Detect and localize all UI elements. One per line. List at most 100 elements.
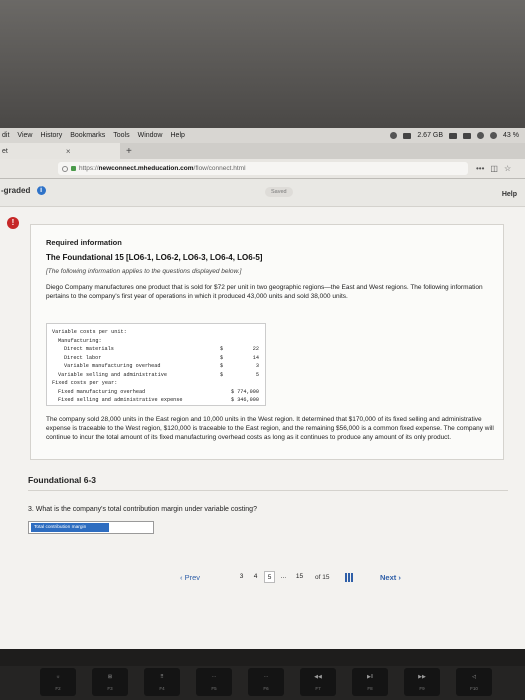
next-button[interactable]: Next ›	[380, 573, 401, 582]
status-icon[interactable]	[390, 132, 398, 139]
key-label: F4	[159, 686, 165, 691]
tab-title: et	[2, 147, 8, 155]
function-key[interactable]: ▶▶ F9	[404, 668, 440, 696]
key-label: F8	[367, 686, 373, 691]
cost-row-value: 14	[252, 354, 259, 361]
function-key[interactable]: ◀◀ F7	[300, 668, 336, 696]
cost-row-label: Variable costs per unit:	[52, 329, 127, 335]
prev-button[interactable]: ‹ Prev	[180, 573, 200, 582]
section-title: Foundational 6-3	[28, 475, 96, 485]
answer-label: Total contribution margin	[31, 523, 109, 532]
menu-edit[interactable]: dit	[2, 132, 9, 139]
cost-row-label: Direct materials	[64, 346, 114, 352]
required-information-card: Required information The Foundational 15…	[30, 224, 504, 460]
more-actions-icon[interactable]: •••	[476, 164, 484, 173]
help-link[interactable]: Help	[502, 191, 517, 198]
page-5-button[interactable]: 5	[264, 571, 275, 583]
menu-bookmarks[interactable]: Bookmarks	[70, 132, 105, 139]
battery-text: 43 %	[503, 132, 519, 139]
url-bar[interactable]: https:// newconnect.mheducation.com /flo…	[58, 162, 468, 175]
function-key[interactable]: ☼ F2	[40, 668, 76, 696]
key-glyph-icon: ⋯	[211, 674, 217, 680]
key-glyph-icon: ⋯	[263, 674, 269, 680]
disk-icon[interactable]	[403, 132, 412, 139]
cost-table-row: Fixed costs per year:	[47, 380, 267, 387]
bookmark-star-icon[interactable]: ☆	[504, 164, 511, 173]
cost-table-row: Variable manufacturing overhead $3	[47, 363, 267, 370]
cost-row-value: 3	[255, 363, 259, 369]
answer-row[interactable]: Total contribution margin	[28, 521, 154, 534]
mac-menubar: dit View History Bookmarks Tools Window …	[0, 128, 525, 143]
flag-icon[interactable]	[463, 132, 472, 139]
cost-row-currency: $	[220, 371, 224, 378]
key-label: F7	[315, 686, 321, 691]
cost-row-label: Variable selling and administrative	[58, 371, 167, 378]
graded-label: -graded	[1, 186, 31, 195]
menu-view[interactable]: View	[17, 132, 32, 139]
menu-window[interactable]: Window	[138, 132, 163, 139]
assignment-header: -graded i Saved Help	[0, 179, 525, 207]
cost-table-row: Fixed selling and administrative expense…	[47, 397, 267, 404]
grid-icon[interactable]	[345, 573, 354, 582]
function-key[interactable]: ⊞ F3	[92, 668, 128, 696]
alert-icon: !	[7, 217, 19, 229]
cost-table-row: Variable costs per unit:	[47, 329, 267, 336]
pocket-icon[interactable]: ◫	[490, 164, 498, 173]
cost-table-row: Manufacturing:	[47, 338, 267, 345]
key-glyph-icon: ⠿	[160, 674, 164, 680]
info-circle-icon[interactable]: i	[36, 186, 46, 196]
cost-row-currency: $	[220, 363, 224, 369]
key-label: F10	[470, 686, 478, 691]
intro-paragraph: Diego Company manufactures one product t…	[46, 284, 483, 300]
cost-row-value: 22	[252, 346, 259, 352]
saved-status: Saved	[265, 187, 293, 197]
function-key[interactable]: ▶‖ F8	[352, 668, 388, 696]
key-label: F6	[263, 686, 269, 691]
page-15-button[interactable]: 15	[294, 571, 305, 583]
key-glyph-icon: ☼	[55, 674, 61, 680]
cost-row-value: $ 346,000	[230, 397, 259, 403]
section-divider	[28, 490, 508, 491]
key-glyph-icon: ▶‖	[367, 674, 373, 680]
cost-table-row: Variable selling and administrative $5	[47, 372, 267, 379]
cost-table-row: Fixed manufacturing overhead $ 774,000	[47, 389, 267, 396]
key-glyph-icon: ◁	[472, 674, 476, 680]
screen-bezel-bottom	[0, 649, 525, 666]
key-glyph-icon: ◀◀	[314, 674, 322, 680]
function-key[interactable]: ⠿ F4	[144, 668, 180, 696]
menu-help[interactable]: Help	[171, 132, 185, 139]
pagination: ‹ Prev 3 4 5 ... 15 of 15 Next ›	[0, 570, 525, 586]
cost-row-label: Direct labor	[64, 354, 102, 361]
volume-icon[interactable]	[490, 132, 498, 139]
page-4-button[interactable]: 4	[250, 571, 261, 583]
detail-paragraph: The company sold 28,000 units in the Eas…	[46, 416, 494, 441]
cost-table-row: Direct labor $14	[47, 355, 267, 362]
info-icon[interactable]	[62, 165, 68, 172]
page-ellipsis: ...	[280, 573, 287, 580]
question-text: 3. What is the company's total contribut…	[28, 506, 257, 513]
required-info-title: Required information	[46, 238, 122, 247]
cost-row-value: $ 774,000	[230, 388, 259, 395]
foundational-title: The Foundational 15 [LO6-1, LO6-2, LO6-3…	[46, 253, 263, 262]
cost-table-row: Direct materials $22	[47, 346, 267, 353]
menu-history[interactable]: History	[40, 132, 62, 139]
keyboard-function-row: ☼ F2 ⊞ F3 ⠿ F4 ⋯ F5 ⋯ F6 ◀◀ F7 ▶‖ F8 ▶▶ F9 ◁ F10	[0, 666, 525, 700]
page-3-button[interactable]: 3	[236, 571, 247, 583]
function-key[interactable]: ◁ F10	[456, 668, 492, 696]
function-key[interactable]: ⋯ F5	[196, 668, 232, 696]
cost-row-label: Fixed selling and administrative expense	[58, 397, 183, 403]
key-label: F5	[211, 686, 217, 691]
instruction-note: [The following information applies to th…	[46, 268, 242, 275]
browser-tab-strip: et × +	[0, 143, 525, 159]
function-key[interactable]: ⋯ F6	[248, 668, 284, 696]
browser-tab[interactable]: et ×	[0, 143, 120, 159]
lock-icon	[71, 166, 76, 171]
wifi-icon[interactable]	[477, 132, 485, 139]
key-label: F2	[55, 686, 61, 691]
cost-row-currency: $	[220, 354, 224, 361]
close-tab-icon[interactable]: ×	[66, 147, 71, 156]
key-label: F3	[107, 686, 113, 691]
stats-icon[interactable]	[449, 132, 458, 139]
menu-tools[interactable]: Tools	[113, 132, 129, 139]
new-tab-button[interactable]: +	[126, 146, 132, 157]
